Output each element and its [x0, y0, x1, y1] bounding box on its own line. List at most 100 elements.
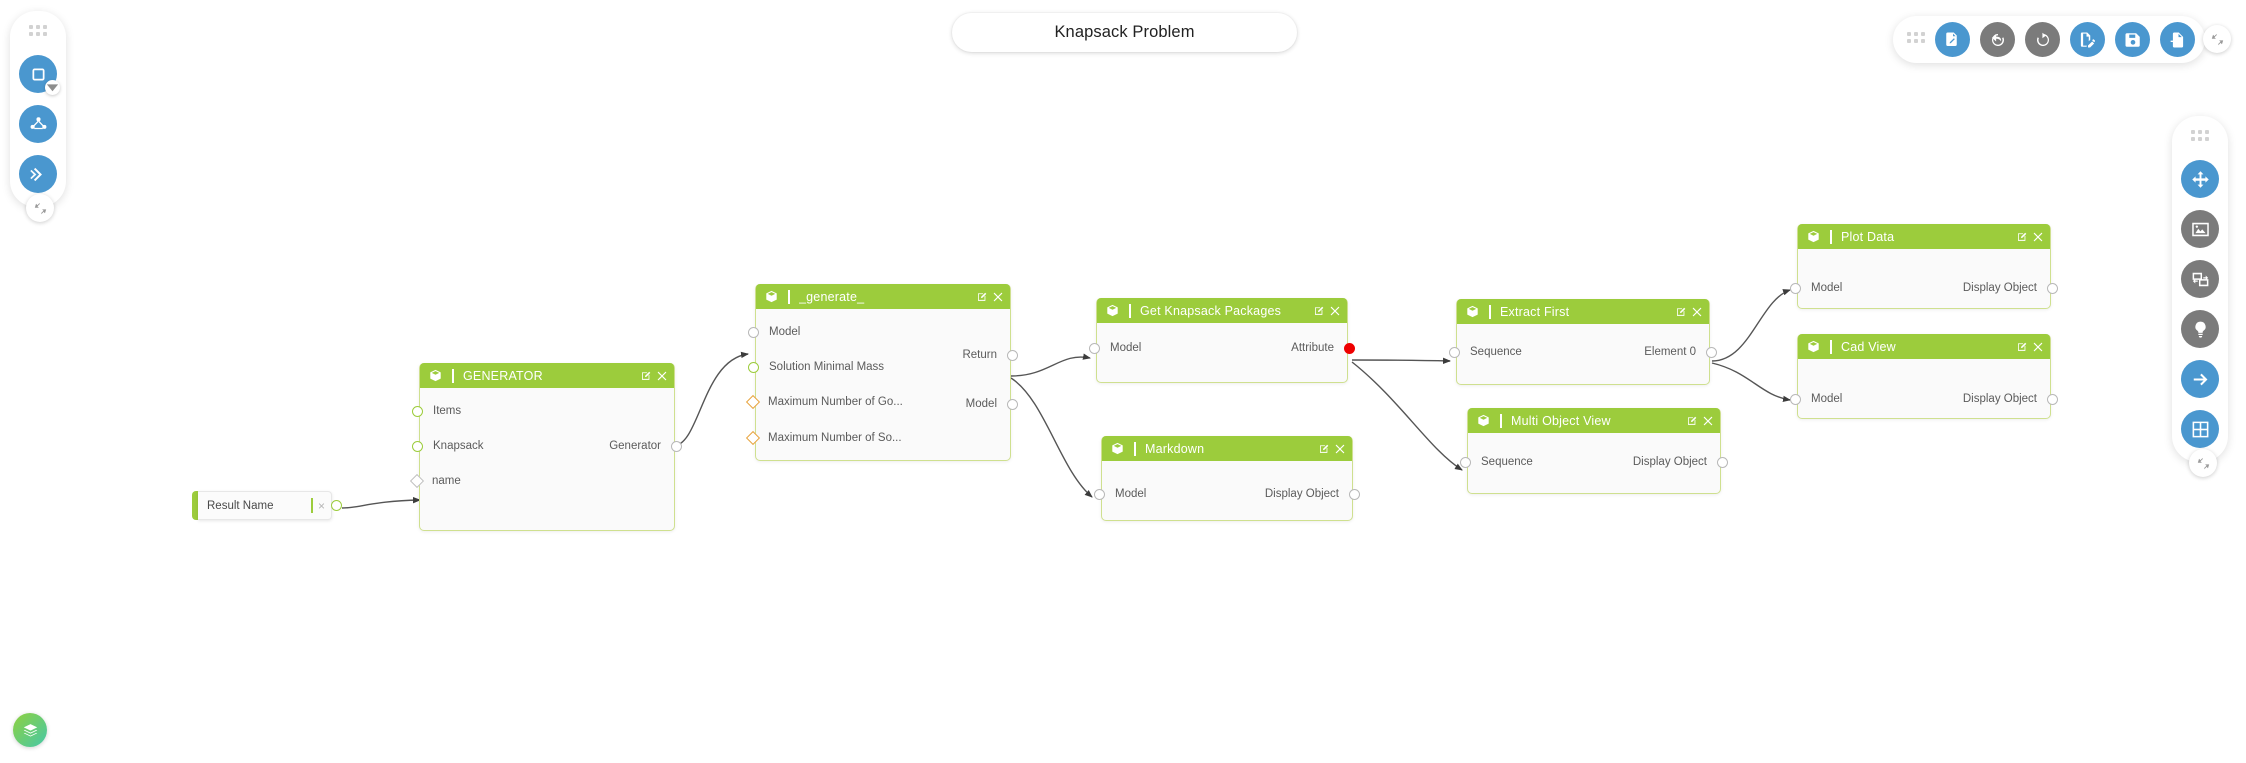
- node-generator[interactable]: GENERATOR Items Knapsack name Generator: [409, 363, 682, 531]
- output-port[interactable]: [1344, 342, 1355, 354]
- notes-button[interactable]: [1935, 22, 1970, 57]
- right-toolbar-drag-handle[interactable]: [2191, 130, 2209, 146]
- input-port[interactable]: [1790, 282, 1801, 294]
- left-toolbar-drag-handle[interactable]: [29, 25, 47, 41]
- node-graph-button[interactable]: [19, 105, 57, 143]
- right-toolbar[interactable]: [2172, 116, 2228, 477]
- close-node-icon[interactable]: [2033, 232, 2043, 242]
- redo-icon: [2036, 32, 2049, 46]
- chevron-down-icon[interactable]: [45, 80, 60, 95]
- input-port[interactable]: [1449, 346, 1460, 358]
- input-port[interactable]: [412, 440, 423, 452]
- close-node-icon[interactable]: [1692, 307, 1702, 317]
- top-toolbar-drag-handle[interactable]: [1907, 31, 1925, 48]
- input-port[interactable]: [1094, 488, 1105, 500]
- output-port[interactable]: [1007, 349, 1018, 361]
- node-header[interactable]: Extract First: [1457, 299, 1709, 324]
- input-port-row: Model: [1094, 486, 1146, 502]
- input-port[interactable]: [409, 473, 425, 489]
- pan-tool-button[interactable]: [2181, 160, 2219, 198]
- output-port[interactable]: [1706, 346, 1717, 358]
- clear-icon[interactable]: ×: [318, 500, 325, 512]
- duplicate-button[interactable]: [2181, 260, 2219, 298]
- node-title: Plot Data: [1841, 229, 1895, 244]
- close-node-icon[interactable]: [1335, 444, 1345, 454]
- edit-node-icon[interactable]: [1314, 306, 1324, 316]
- top-toolbar[interactable]: [1893, 16, 2205, 63]
- hint-button[interactable]: [2181, 310, 2219, 348]
- save-button[interactable]: [2115, 22, 2150, 57]
- output-port[interactable]: [1007, 398, 1018, 410]
- close-node-icon[interactable]: [2033, 342, 2043, 352]
- output-port[interactable]: [1349, 488, 1360, 500]
- input-port[interactable]: [748, 326, 759, 338]
- redo-button[interactable]: [2025, 22, 2060, 57]
- output-port[interactable]: [1717, 456, 1728, 468]
- node-header[interactable]: GENERATOR: [420, 363, 674, 388]
- expand-panel-button[interactable]: [19, 155, 57, 193]
- input-port[interactable]: [1089, 342, 1100, 354]
- node-multi-object-view[interactable]: Multi Object View Sequence Display Object: [1460, 408, 1728, 494]
- edge: [1351, 361, 1463, 471]
- edit-node-icon[interactable]: [641, 371, 651, 381]
- header-divider: [1129, 303, 1131, 318]
- select-shape-button[interactable]: [19, 55, 60, 95]
- input-port[interactable]: [745, 394, 761, 410]
- edit-node-icon[interactable]: [1319, 444, 1329, 454]
- node-header[interactable]: _generate_: [756, 284, 1010, 309]
- close-node-icon[interactable]: [1703, 416, 1713, 426]
- result-name-input[interactable]: Result Name ×: [198, 491, 332, 520]
- edge: [672, 351, 749, 447]
- node-header[interactable]: Multi Object View: [1468, 408, 1720, 433]
- input-port[interactable]: [1460, 456, 1471, 468]
- input-port-label: Model: [1115, 488, 1147, 500]
- top-toolbar-collapse-button[interactable]: [2203, 25, 2231, 53]
- result-name-widget[interactable]: Result Name ×: [192, 491, 342, 520]
- output-port-label: Display Object: [1962, 393, 2037, 405]
- edit-node-icon[interactable]: [2017, 232, 2027, 242]
- fit-view-button[interactable]: [2181, 210, 2219, 248]
- floppy-disk-icon: [2125, 32, 2140, 47]
- input-port-row: name: [409, 473, 461, 489]
- document-title-pill[interactable]: Knapsack Problem: [952, 13, 1297, 52]
- output-port-label: Display Object: [1962, 282, 2037, 294]
- right-toolbar-collapse-button[interactable]: [2189, 449, 2217, 477]
- input-port[interactable]: [748, 361, 759, 373]
- node-extract-first[interactable]: Extract First Sequence Element 0: [1449, 299, 1717, 385]
- layers-button[interactable]: [13, 713, 47, 747]
- node-plot-data[interactable]: Plot Data Model Display Object: [1790, 224, 2058, 309]
- edit-node-icon[interactable]: [2017, 342, 2027, 352]
- input-port[interactable]: [745, 430, 761, 446]
- node-header[interactable]: Plot Data: [1798, 224, 2050, 249]
- grid-toggle-button[interactable]: [2181, 410, 2219, 448]
- undo-button[interactable]: [1980, 22, 2015, 57]
- node-header[interactable]: Cad View: [1798, 334, 2050, 359]
- node-get-knapsack-packages[interactable]: Get Knapsack Packages Model Attribute: [1089, 298, 1355, 383]
- left-toolbar-collapse-button[interactable]: [26, 194, 54, 222]
- node-generate[interactable]: _generate_ Model Solution Minimal Mass Maxi…: [745, 284, 1018, 461]
- output-port[interactable]: [671, 440, 682, 452]
- node-cad-view[interactable]: Cad View Model Display Object: [1790, 334, 2058, 419]
- cube-icon: [1112, 442, 1123, 455]
- left-toolbar[interactable]: [10, 11, 66, 222]
- node-header[interactable]: Get Knapsack Packages: [1097, 298, 1347, 323]
- result-name-output-port[interactable]: [331, 500, 342, 511]
- close-node-icon[interactable]: [1330, 306, 1340, 316]
- output-port[interactable]: [2047, 282, 2058, 294]
- node-markdown[interactable]: Markdown Model Display Object: [1094, 436, 1360, 521]
- edit-node-icon[interactable]: [1687, 416, 1697, 426]
- input-port[interactable]: [412, 405, 423, 417]
- close-node-icon[interactable]: [657, 371, 667, 381]
- node-editor-canvas[interactable]: Knapsack Problem Result Name × GENERATOR…: [0, 0, 2246, 763]
- run-button[interactable]: [2181, 360, 2219, 398]
- edit-node-icon[interactable]: [977, 292, 987, 302]
- input-port[interactable]: [1790, 393, 1801, 405]
- output-port[interactable]: [2047, 393, 2058, 405]
- close-node-icon[interactable]: [993, 292, 1003, 302]
- node-title: GENERATOR: [463, 368, 543, 383]
- edit-document-button[interactable]: [2070, 22, 2105, 57]
- export-button[interactable]: [2160, 22, 2195, 57]
- output-port-row: Return: [962, 347, 1018, 363]
- node-header[interactable]: Markdown: [1102, 436, 1352, 461]
- edit-node-icon[interactable]: [1676, 307, 1686, 317]
